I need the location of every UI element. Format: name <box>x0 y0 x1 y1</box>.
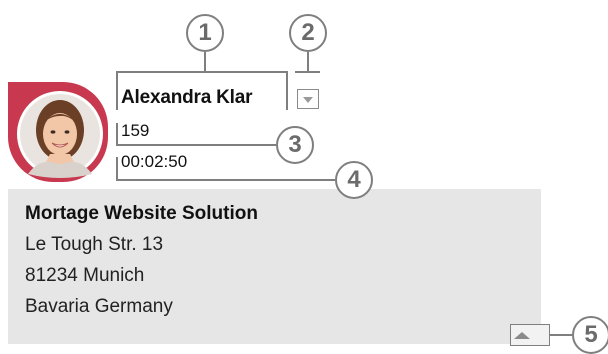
extension-number: 159 <box>121 121 150 140</box>
callout-2: 2 <box>289 14 327 52</box>
chevron-down-icon <box>303 97 313 103</box>
collapse-details-button[interactable] <box>510 324 550 346</box>
address-street: Le Tough Str. 13 <box>25 234 164 255</box>
callout-5: 5 <box>572 316 608 354</box>
chevron-up-icon <box>514 332 530 339</box>
call-timer: 00:02:50 <box>121 152 188 171</box>
company-name: Mortage Website Solution <box>25 203 258 224</box>
contact-avatar[interactable] <box>8 82 108 182</box>
address-city: 81234 Munich <box>25 265 145 286</box>
callout-1: 1 <box>186 14 224 52</box>
callout-4: 4 <box>335 161 373 199</box>
contact-details-panel: Mortage Website Solution Le Tough Str. 1… <box>8 189 541 344</box>
callout-3: 3 <box>276 126 314 164</box>
contact-options-dropdown[interactable] <box>297 89 319 109</box>
address-region: Bavaria Germany <box>25 296 173 317</box>
contact-name[interactable]: Alexandra Klar <box>121 87 253 109</box>
